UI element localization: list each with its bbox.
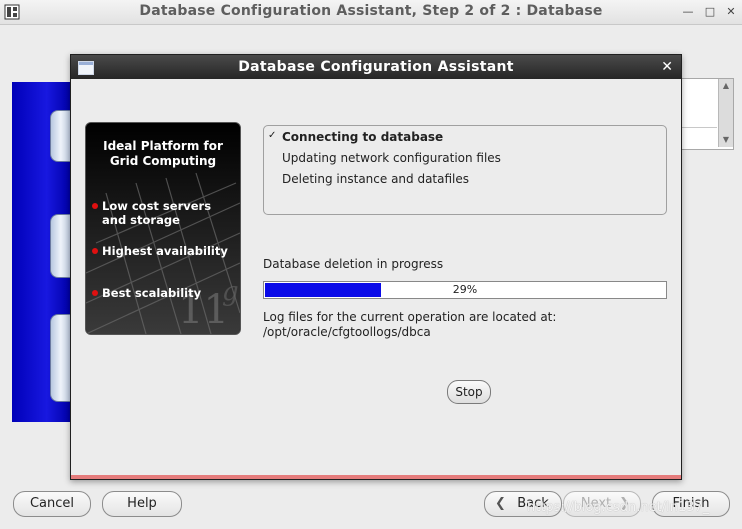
progress-dialog: Database Configuration Assistant ✕ 11 Id… bbox=[70, 54, 682, 480]
watermark-text: https://blog.csdn.net/ln137_ bbox=[527, 500, 710, 515]
window-title: Database Configuration Assistant, Step 2… bbox=[139, 3, 603, 19]
bullet-icon bbox=[92, 290, 98, 296]
outer-title-bar: Database Configuration Assistant, Step 2… bbox=[0, 0, 742, 25]
step-item: Deleting instance and datafiles bbox=[282, 172, 470, 186]
close-icon[interactable]: ✕ bbox=[724, 5, 738, 19]
bullet-icon bbox=[92, 248, 98, 254]
step-item: Connecting to database bbox=[282, 130, 444, 144]
promo-heading: Ideal Platform for Grid Computing bbox=[86, 139, 240, 169]
promo-bullet-text: Low cost servers bbox=[102, 199, 212, 213]
progress-bar: 29% bbox=[263, 281, 667, 299]
status-text: Database deletion in progress bbox=[263, 257, 444, 271]
step-item: Updating network configuration files bbox=[282, 151, 501, 165]
promo-image: 11 Ideal Platform for Grid Computing Low… bbox=[85, 122, 241, 335]
dialog-close-icon[interactable]: ✕ bbox=[661, 59, 673, 75]
promo-bullet-text: Best scalability bbox=[102, 286, 202, 300]
promo-bullet-text: and storage bbox=[102, 213, 180, 227]
promo-bullet: Low cost servers and storage bbox=[92, 199, 212, 227]
promo-bullet-text: Highest availability bbox=[102, 244, 228, 258]
dialog-title-bar: Database Configuration Assistant ✕ bbox=[71, 55, 681, 79]
promo-bullet: Highest availability bbox=[92, 244, 228, 258]
checkmark-icon: ✓ bbox=[268, 130, 277, 141]
log-info-text: Log files for the current operation are … bbox=[263, 310, 557, 324]
log-path-text: /opt/oracle/cfgtoollogs/dbca bbox=[263, 325, 431, 339]
promo-logo-letter: g bbox=[222, 277, 239, 307]
background-banner bbox=[12, 82, 75, 422]
scroll-up-icon[interactable]: ▲ bbox=[721, 81, 731, 91]
minimize-icon[interactable]: — bbox=[681, 5, 695, 19]
maximize-icon[interactable]: □ bbox=[703, 5, 717, 19]
steps-list: ✓ Connecting to database Updating networ… bbox=[263, 125, 667, 215]
dialog-title: Database Configuration Assistant bbox=[238, 59, 514, 75]
dialog-bottom-border bbox=[71, 475, 681, 479]
promo-heading-line1: Ideal Platform for bbox=[103, 139, 223, 153]
scroll-down-icon[interactable]: ▼ bbox=[721, 135, 731, 145]
cancel-button[interactable]: Cancel bbox=[13, 491, 91, 517]
bullet-icon bbox=[92, 203, 98, 209]
promo-heading-line2: Grid Computing bbox=[109, 154, 217, 168]
promo-bullet: Best scalability bbox=[92, 286, 202, 300]
chevron-left-icon: ❮ bbox=[495, 496, 506, 511]
progress-label: 29% bbox=[452, 283, 478, 296]
stop-button[interactable]: Stop bbox=[447, 380, 491, 404]
help-button[interactable]: Help bbox=[102, 491, 182, 517]
scrollbar[interactable]: ▲ ▼ bbox=[718, 79, 733, 147]
